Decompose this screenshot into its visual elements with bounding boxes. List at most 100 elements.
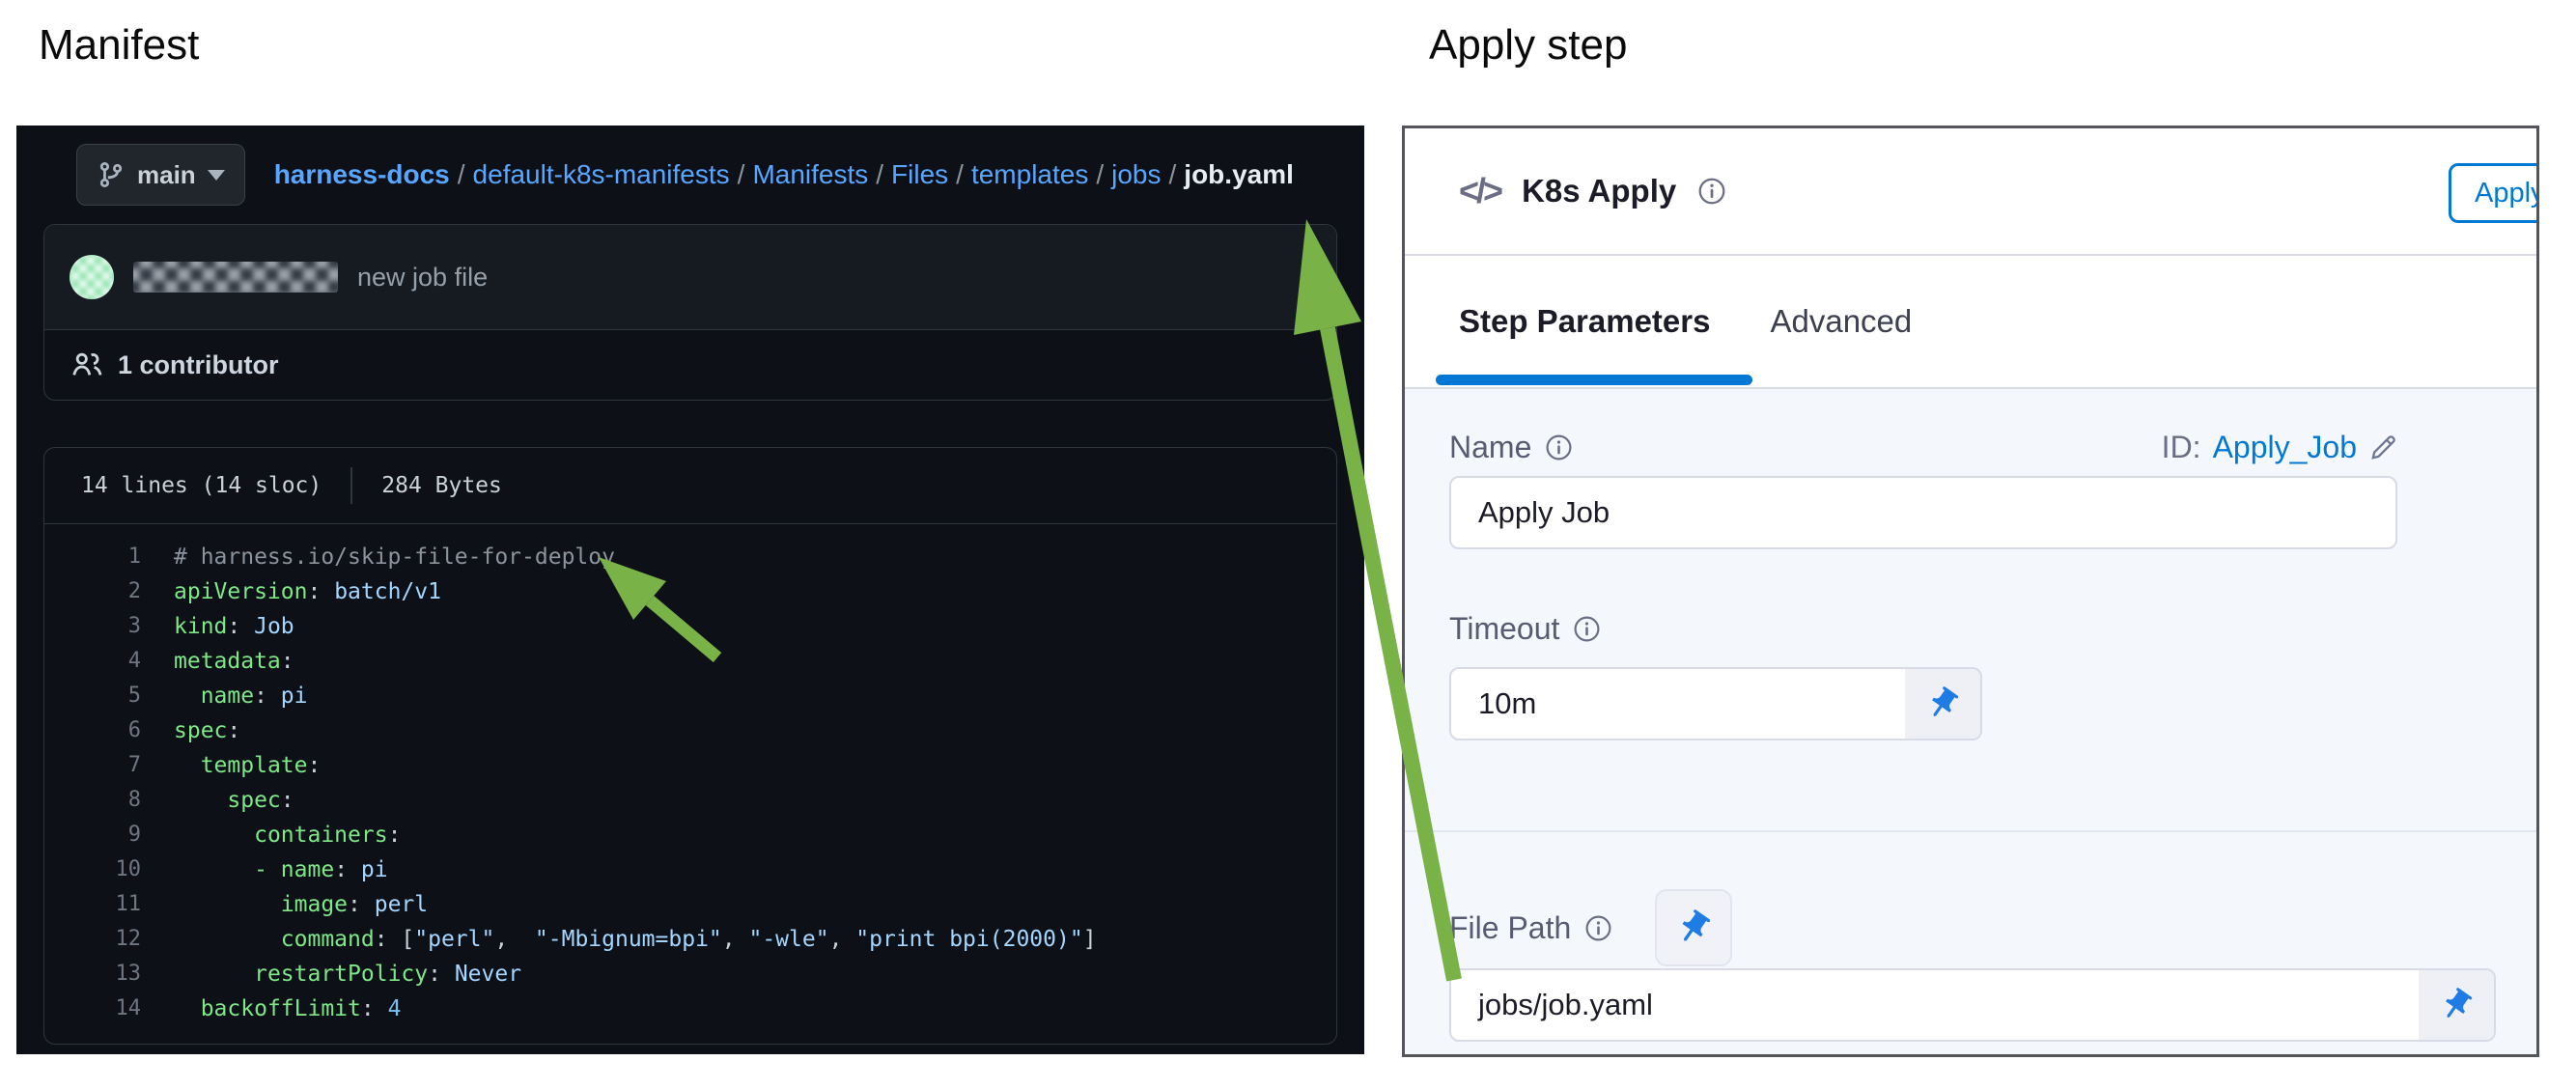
line-content: image: perl bbox=[174, 887, 428, 922]
breadcrumb-separator: / bbox=[948, 159, 971, 189]
line-number[interactable]: 3 bbox=[44, 609, 174, 644]
line-content: command: ["perl", "-Mbignum=bpi", "-wle"… bbox=[174, 922, 1097, 957]
code-line: 6spec: bbox=[44, 713, 1336, 748]
file-path-pin-button[interactable] bbox=[1655, 889, 1732, 966]
line-number[interactable]: 5 bbox=[44, 679, 174, 713]
contributors-label: 1 contributor bbox=[118, 350, 279, 380]
line-number[interactable]: 6 bbox=[44, 713, 174, 748]
redacted-author-name bbox=[133, 262, 338, 293]
line-content: template: bbox=[174, 748, 321, 783]
line-content: apiVersion: batch/v1 bbox=[174, 574, 441, 609]
file-path-label: File Path bbox=[1449, 910, 1612, 946]
breadcrumb-separator: / bbox=[1088, 159, 1111, 189]
timeout-input-value: 10m bbox=[1451, 686, 1536, 721]
pushpin-icon bbox=[1666, 901, 1721, 955]
line-content: spec: bbox=[174, 783, 294, 818]
file-path-pin-toggle[interactable] bbox=[2419, 970, 2494, 1040]
code-line: 10 - name: pi bbox=[44, 852, 1336, 887]
name-info-icon[interactable] bbox=[1545, 433, 1573, 461]
timeout-label: Timeout bbox=[1449, 611, 1601, 647]
tab-advanced[interactable]: Advanced bbox=[1770, 303, 1912, 340]
name-input-value: Apply Job bbox=[1451, 495, 1610, 530]
people-icon bbox=[71, 349, 102, 380]
breadcrumb-separator: / bbox=[1162, 159, 1185, 189]
file-path-info-icon[interactable] bbox=[1584, 914, 1612, 942]
line-number[interactable]: 8 bbox=[44, 783, 174, 818]
line-number[interactable]: 12 bbox=[44, 922, 174, 957]
tab-step-parameters[interactable]: Step Parameters bbox=[1459, 303, 1710, 340]
breadcrumb-repo-link[interactable]: harness-docs bbox=[274, 159, 450, 189]
code-line: 12 command: ["perl", "-Mbignum=bpi", "-w… bbox=[44, 922, 1336, 957]
line-content: # harness.io/skip-file-for-deploy bbox=[174, 540, 615, 574]
line-number[interactable]: 7 bbox=[44, 748, 174, 783]
line-content: metadata: bbox=[174, 644, 294, 679]
code-line: 5 name: pi bbox=[44, 679, 1336, 713]
branch-name: main bbox=[137, 160, 196, 190]
breadcrumb-separator: / bbox=[868, 159, 891, 189]
step-tabs: Step Parameters Advanced bbox=[1405, 256, 2536, 387]
timeout-label-text: Timeout bbox=[1449, 611, 1559, 647]
file-lines-stat: 14 lines (14 sloc) bbox=[81, 473, 322, 498]
code-line: 3kind: Job bbox=[44, 609, 1336, 644]
k8s-apply-step-panel: </> K8s Apply Apply Step Parameters Adva… bbox=[1402, 126, 2539, 1057]
line-content: containers: bbox=[174, 818, 401, 852]
name-row: Name ID: Apply_Job bbox=[1449, 430, 2397, 465]
line-number[interactable]: 10 bbox=[44, 852, 174, 887]
timeout-input[interactable]: 10m bbox=[1449, 667, 1982, 740]
line-number[interactable]: 11 bbox=[44, 887, 174, 922]
step-header: </> K8s Apply Apply bbox=[1405, 128, 2536, 254]
commit-message[interactable]: new job file bbox=[357, 263, 488, 293]
code-step-icon: </> bbox=[1459, 171, 1500, 211]
id-value-link[interactable]: Apply_Job bbox=[2213, 430, 2357, 465]
line-number[interactable]: 2 bbox=[44, 574, 174, 609]
name-input[interactable]: Apply Job bbox=[1449, 476, 2397, 549]
active-tab-underline bbox=[1436, 375, 1752, 385]
step-parameters-form: Name ID: Apply_Job Apply Job Timeout bbox=[1405, 389, 2536, 1054]
file-stats-bar: 14 lines (14 sloc) 284 Bytes bbox=[44, 448, 1336, 524]
code-line: 9 containers: bbox=[44, 818, 1336, 852]
chevron-down-icon bbox=[208, 170, 225, 181]
file-path-label-text: File Path bbox=[1449, 910, 1571, 946]
line-content: restartPolicy: Never bbox=[174, 957, 521, 991]
git-branch-icon bbox=[97, 160, 126, 189]
breadcrumb-link-3[interactable]: templates bbox=[971, 159, 1088, 189]
line-number[interactable]: 13 bbox=[44, 957, 174, 991]
breadcrumb-link-0[interactable]: default-k8s-manifests bbox=[473, 159, 730, 189]
latest-commit-row: new job file bbox=[44, 225, 1336, 330]
step-info-icon[interactable] bbox=[1697, 177, 1726, 206]
file-header-row: main harness-docs/default-k8s-manifests/… bbox=[76, 143, 1337, 207]
timeout-info-icon[interactable] bbox=[1573, 615, 1601, 643]
apply-changes-button[interactable]: Apply bbox=[2449, 163, 2539, 223]
breadcrumb-link-1[interactable]: Manifests bbox=[752, 159, 868, 189]
commit-info-box: new job file 1 contributor bbox=[43, 224, 1337, 401]
file-content-box: 14 lines (14 sloc) 284 Bytes 1# harness.… bbox=[43, 447, 1337, 1045]
breadcrumb-separator: / bbox=[730, 159, 753, 189]
line-number[interactable]: 1 bbox=[44, 540, 174, 574]
line-number[interactable]: 9 bbox=[44, 818, 174, 852]
id-label: ID: bbox=[2162, 430, 2201, 465]
code-line: 14 backoffLimit: 4 bbox=[44, 991, 1336, 1026]
name-label: Name bbox=[1449, 430, 1573, 465]
line-content: name: pi bbox=[174, 679, 308, 713]
line-number[interactable]: 14 bbox=[44, 991, 174, 1026]
breadcrumb-link-2[interactable]: Files bbox=[891, 159, 948, 189]
code-line: 11 image: perl bbox=[44, 887, 1336, 922]
code-line: 13 restartPolicy: Never bbox=[44, 957, 1336, 991]
avatar[interactable] bbox=[70, 255, 114, 299]
contributors-row[interactable]: 1 contributor bbox=[44, 330, 1336, 400]
file-path-input[interactable]: jobs/job.yaml bbox=[1449, 968, 2496, 1042]
breadcrumb-link-4[interactable]: jobs bbox=[1111, 159, 1161, 189]
line-content: - name: pi bbox=[174, 852, 388, 887]
breadcrumb-separator: / bbox=[450, 159, 473, 189]
code-viewer: 1# harness.io/skip-file-for-deploy2apiVe… bbox=[44, 524, 1336, 1044]
timeout-pin-toggle[interactable] bbox=[1905, 669, 1980, 739]
file-size-stat: 284 Bytes bbox=[381, 473, 502, 498]
line-number[interactable]: 4 bbox=[44, 644, 174, 679]
branch-selector-button[interactable]: main bbox=[76, 144, 245, 206]
pushpin-icon bbox=[2431, 980, 2482, 1031]
github-file-panel: main harness-docs/default-k8s-manifests/… bbox=[16, 126, 1364, 1054]
breadcrumb: harness-docs/default-k8s-manifests/Manif… bbox=[274, 159, 1294, 190]
line-content: backoffLimit: 4 bbox=[174, 991, 401, 1026]
step-id-block: ID: Apply_Job bbox=[2162, 430, 2397, 465]
edit-id-pencil-icon[interactable] bbox=[2368, 433, 2397, 462]
